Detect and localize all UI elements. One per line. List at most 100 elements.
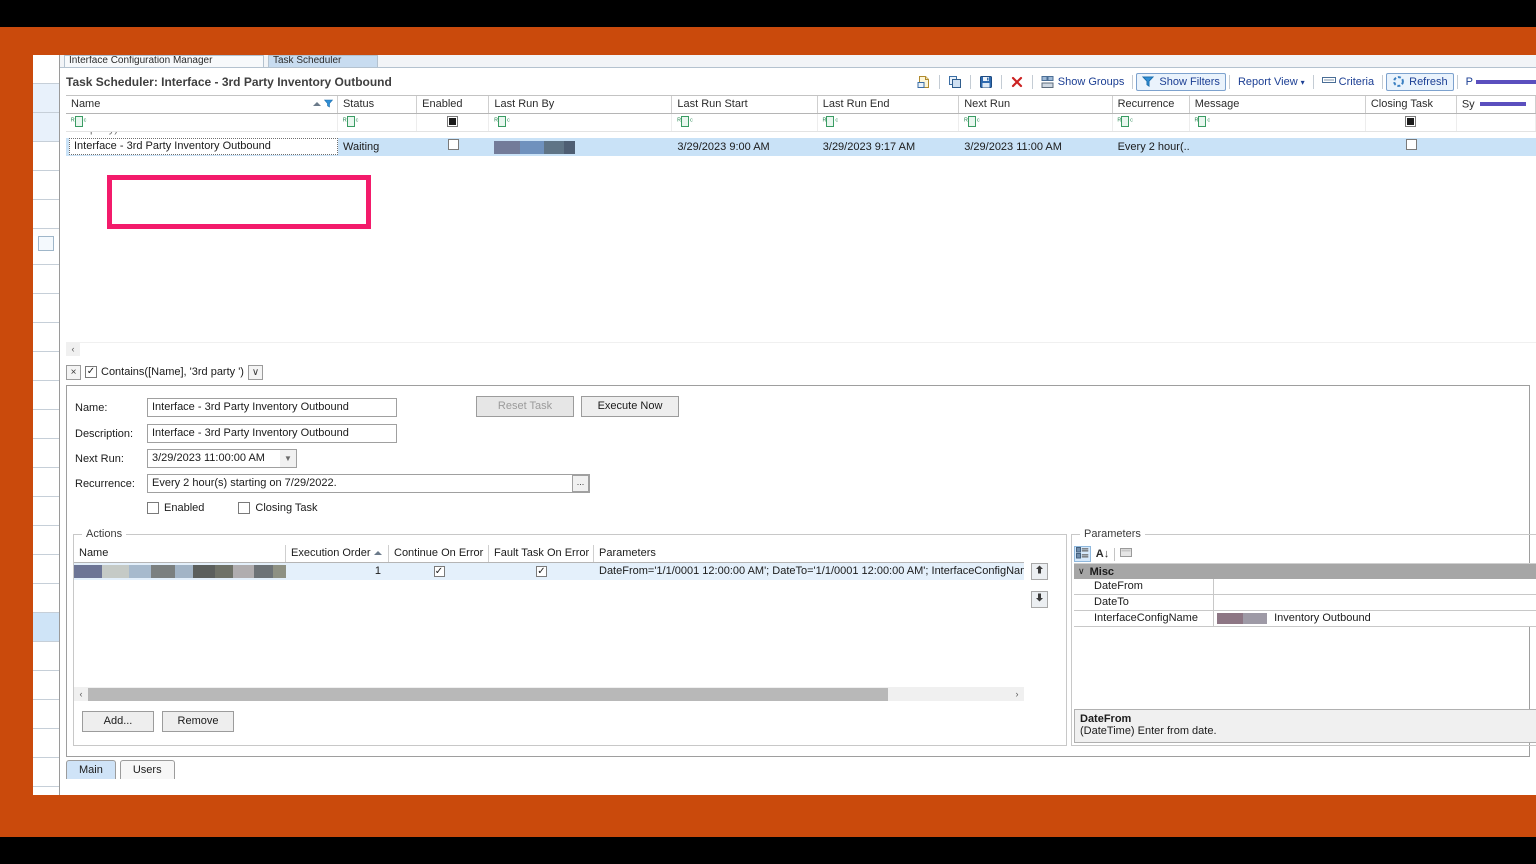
save-button[interactable]: [974, 73, 998, 91]
property-pages-icon[interactable]: [1118, 546, 1135, 562]
rail-cell[interactable]: [33, 113, 59, 142]
rail-cell[interactable]: [33, 55, 59, 84]
rail-cell[interactable]: [33, 294, 59, 323]
property-grid[interactable]: ∨ Misc DateFrom DateTo InterfaceConf: [1074, 564, 1536, 627]
property-value[interactable]: [1214, 579, 1536, 594]
cell-name[interactable]: Interface - 3rd Party Inventory Outbound: [66, 138, 338, 156]
filter-history-dropdown[interactable]: ∨: [248, 365, 263, 380]
print-button[interactable]: P: [1461, 73, 1536, 91]
name-input[interactable]: Interface - 3rd Party Inventory Outbound: [147, 398, 397, 417]
filter-cell-closing-task[interactable]: [1366, 114, 1457, 131]
grid-column-header-recurrence[interactable]: Recurrence: [1113, 96, 1190, 113]
rail-cell-selected[interactable]: [33, 613, 59, 642]
rail-cell[interactable]: [33, 352, 59, 381]
property-row-dateto[interactable]: DateTo: [1074, 595, 1536, 611]
grid-horizontal-scrollbar[interactable]: ‹: [66, 342, 1536, 356]
filter-cell-enabled[interactable]: [417, 114, 489, 131]
filter-cell-message[interactable]: ᴿᶜ: [1190, 114, 1366, 131]
task-grid[interactable]: Name Status Enabled Last Run By Last Run…: [66, 95, 1536, 336]
closing-task-checkbox[interactable]: [1406, 139, 1417, 150]
grid-column-header-message[interactable]: Message: [1190, 96, 1366, 113]
grid-column-header-status[interactable]: Status: [338, 96, 417, 113]
rail-cell[interactable]: [33, 584, 59, 613]
rail-cell[interactable]: [33, 200, 59, 229]
refresh-button[interactable]: Refresh: [1386, 73, 1454, 91]
tab-task-scheduler[interactable]: Task Scheduler: [268, 55, 378, 67]
filter-cell-last-run-start[interactable]: ᴿᶜ: [672, 114, 817, 131]
rail-cell[interactable]: [33, 526, 59, 555]
filter-cell-name[interactable]: ᴿᶜ: [66, 114, 338, 131]
categorized-view-icon[interactable]: [1074, 546, 1091, 562]
actions-column-header-fault-task-on-error[interactable]: Fault Task On Error: [489, 545, 594, 562]
rail-cell[interactable]: [33, 497, 59, 526]
recurrence-input[interactable]: Every 2 hour(s) starting on 7/29/2022. .…: [147, 474, 590, 493]
rail-cell[interactable]: [33, 265, 59, 294]
scroll-left-arrow-icon[interactable]: ‹: [74, 687, 88, 701]
show-groups-button[interactable]: Show Groups: [1036, 73, 1130, 91]
rail-cell[interactable]: [33, 671, 59, 700]
property-row-datefrom[interactable]: DateFrom: [1074, 579, 1536, 595]
recurrence-ellipsis-button[interactable]: ...: [572, 475, 589, 492]
left-navigation-rail[interactable]: [33, 55, 60, 795]
rail-cell[interactable]: [33, 642, 59, 671]
table-row[interactable]: Interface - 3rd Party Inventory Outbound…: [66, 138, 1536, 156]
rail-cell[interactable]: [33, 142, 59, 171]
grid-column-header-name[interactable]: Name: [66, 96, 338, 113]
closing-task-checkbox[interactable]: [238, 502, 250, 514]
enabled-checkbox[interactable]: [448, 139, 459, 150]
scroll-left-arrow-icon[interactable]: ‹: [66, 342, 80, 356]
grid-column-header-last-run-start[interactable]: Last Run Start: [672, 96, 817, 113]
scrollbar-thumb[interactable]: [88, 688, 888, 701]
rail-cell[interactable]: [33, 381, 59, 410]
scroll-right-arrow-icon[interactable]: ›: [1010, 687, 1024, 701]
grid-column-header-sy[interactable]: Sy: [1457, 96, 1536, 113]
closing-task-filter-checkbox[interactable]: [1405, 116, 1416, 127]
move-up-button[interactable]: [1031, 563, 1048, 580]
chevron-down-icon[interactable]: ∨: [1078, 566, 1085, 577]
table-row[interactable]: 1 DateFrom='1/1/0001 12:00:00 AM'; DateT…: [74, 563, 1024, 580]
grid-filter-row[interactable]: ᴿᶜ ᴿᶜ ᴿᶜ ᴿᶜ ᴿᶜ ᴿᶜ ᴿᶜ ᴿᶜ: [66, 114, 1536, 132]
delete-button[interactable]: [1005, 73, 1029, 91]
move-down-button[interactable]: [1031, 591, 1048, 608]
next-run-input[interactable]: 3/29/2023 11:00:00 AM: [147, 449, 280, 468]
new-button[interactable]: [912, 73, 936, 91]
closing-task-checkbox-group[interactable]: Closing Task: [238, 502, 317, 514]
fault-task-on-error-checkbox[interactable]: [536, 566, 547, 577]
filter-cell-last-run-by[interactable]: ᴿᶜ: [489, 114, 672, 131]
cell-enabled[interactable]: [417, 138, 489, 156]
reset-task-button[interactable]: Reset Task: [476, 396, 574, 417]
chevron-down-icon[interactable]: ▼: [280, 449, 297, 468]
actions-cell-continue-on-error[interactable]: [389, 563, 489, 580]
column-filter-icon[interactable]: [324, 99, 333, 109]
actions-grid[interactable]: Name Execution Order Continue On Error F…: [74, 545, 1024, 580]
rail-cell[interactable]: [33, 439, 59, 468]
copy-button[interactable]: [943, 73, 967, 91]
property-row-interfaceconfigname[interactable]: InterfaceConfigName Inventory Outbound: [1074, 611, 1536, 627]
actions-column-header-parameters[interactable]: Parameters: [594, 545, 1024, 562]
rail-cell[interactable]: [33, 410, 59, 439]
continue-on-error-checkbox[interactable]: [434, 566, 445, 577]
property-grid-toolbar[interactable]: A↓: [1074, 545, 1536, 564]
enabled-checkbox[interactable]: [147, 502, 159, 514]
rail-cell[interactable]: [33, 236, 59, 265]
rail-cell[interactable]: [33, 468, 59, 497]
show-filters-button[interactable]: Show Filters: [1136, 73, 1226, 91]
execute-now-button[interactable]: Execute Now: [581, 396, 679, 417]
filter-cell-status[interactable]: ᴿᶜ: [338, 114, 417, 131]
remove-action-button[interactable]: Remove: [162, 711, 234, 732]
actions-column-header-execution-order[interactable]: Execution Order: [286, 545, 389, 562]
enabled-filter-checkbox[interactable]: [447, 116, 458, 127]
enabled-checkbox-group[interactable]: Enabled: [147, 502, 204, 514]
cell-closing-task[interactable]: [1366, 138, 1457, 156]
add-action-button[interactable]: Add...: [82, 711, 154, 732]
rail-cell[interactable]: [33, 84, 59, 113]
grid-column-header-last-run-end[interactable]: Last Run End: [818, 96, 959, 113]
name-inline-editor[interactable]: Interface - 3rd Party Inventory Outbound: [69, 138, 338, 155]
document-tab-strip[interactable]: Interface Configuration Manager Task Sch…: [60, 55, 1536, 68]
filter-cell-last-run-end[interactable]: ᴿᶜ: [818, 114, 959, 131]
grid-column-header-next-run[interactable]: Next Run: [959, 96, 1112, 113]
grid-column-header-enabled[interactable]: Enabled: [417, 96, 489, 113]
rail-cell[interactable]: [33, 323, 59, 352]
actions-column-header-name[interactable]: Name: [74, 545, 286, 562]
criteria-button[interactable]: Criteria: [1317, 73, 1379, 91]
